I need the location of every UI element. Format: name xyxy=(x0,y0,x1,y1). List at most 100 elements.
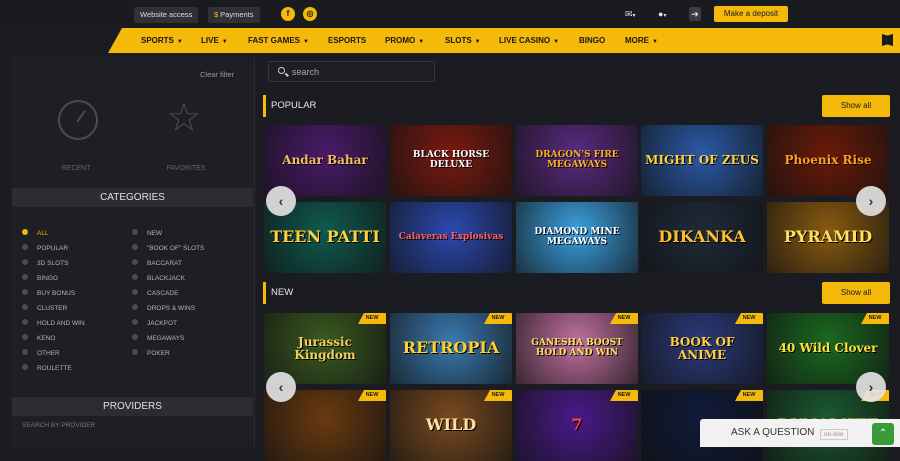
game-tile[interactable]: DIKANKA xyxy=(641,202,763,273)
game-title: DRAGON'S FIRE MEGAWAYS xyxy=(535,150,619,170)
category-book-of-slots[interactable]: "BOOK OF" SLOTS xyxy=(132,244,204,254)
book-icon[interactable] xyxy=(882,34,893,46)
category-baccarat[interactable]: BACCARAT xyxy=(132,259,182,269)
game-tile[interactable]: DIAMOND MINE MEGAWAYS xyxy=(516,202,638,273)
new-badge: NEW xyxy=(610,390,638,401)
category-keno[interactable]: KENO xyxy=(22,334,55,344)
category-megaways[interactable]: MEGAWAYS xyxy=(132,334,184,344)
game-title: PYRAMID xyxy=(783,227,873,247)
chevron-down-icon: ▼ xyxy=(176,39,183,45)
provider-search-input[interactable]: SEARCH BY PROVIDER xyxy=(22,422,95,429)
game-title: DIAMOND MINE MEGAWAYS xyxy=(534,227,620,247)
category-buy-bonus[interactable]: BUY BONUS xyxy=(22,289,75,299)
game-title: MIGHT OF ZEUS xyxy=(645,153,759,168)
new-badge: NEW xyxy=(861,313,889,324)
dollar-icon: $ xyxy=(214,10,219,19)
new-badge: NEW xyxy=(735,313,763,324)
new-badge: NEW xyxy=(484,313,512,324)
section-title-popular: POPULAR xyxy=(263,95,316,117)
new-badge: NEW xyxy=(610,313,638,324)
mail-icon[interactable]: ✉▾ xyxy=(625,7,636,21)
category-cascade[interactable]: CASCADE xyxy=(132,289,178,299)
category-roulette[interactable]: ROULETTE xyxy=(22,364,72,374)
game-tile[interactable]: DRAGON'S FIRE MEGAWAYS xyxy=(516,125,638,196)
categories-title: CATEGORIES xyxy=(12,188,253,207)
category-hold-and-win[interactable]: HOLD AND WIN xyxy=(22,319,85,329)
category-drops-and-wins[interactable]: DROPS & WINS xyxy=(132,304,195,314)
payments-label: Payments xyxy=(220,10,254,19)
new-show-all-button[interactable]: Show all xyxy=(822,282,890,304)
game-title: WILD xyxy=(425,415,477,435)
ask-question-widget[interactable]: ASK A QUESTION on-line ⌃ xyxy=(700,419,900,447)
new-badge: NEW xyxy=(484,390,512,401)
category-bingo[interactable]: BINGO xyxy=(22,274,58,284)
favorites-label: FAVORITES xyxy=(166,165,206,172)
providers-title: PROVIDERS xyxy=(12,397,253,416)
popular-prev-arrow[interactable]: ‹ xyxy=(266,186,296,216)
payments-button[interactable]: $ Payments xyxy=(208,7,260,23)
chevron-down-icon: ▼ xyxy=(474,39,481,45)
new-badge: NEW xyxy=(358,313,386,324)
category-poker[interactable]: POKER xyxy=(132,349,170,359)
game-tile[interactable]: BOOK OF ANIME NEW xyxy=(641,313,763,384)
game-title: RETROPIA xyxy=(402,338,500,358)
game-title: 40 Wild Clover xyxy=(778,341,878,356)
nav-slots[interactable]: SLOTS ▼ xyxy=(445,28,481,53)
new-badge: NEW xyxy=(735,390,763,401)
category-blackjack[interactable]: BLACKJACK xyxy=(132,274,185,284)
game-title: Jurassic Kingdom xyxy=(294,334,356,362)
make-deposit-button[interactable]: Make a deposit xyxy=(714,6,788,22)
category-other[interactable]: OTHER xyxy=(22,349,60,359)
new-prev-arrow[interactable]: ‹ xyxy=(266,372,296,402)
clear-filter-link[interactable]: Clear filter xyxy=(200,70,234,79)
chevron-down-icon: ▼ xyxy=(553,39,560,45)
game-title: Phoenix Rise xyxy=(784,153,872,168)
nav-more[interactable]: MORE ▼ xyxy=(625,28,658,53)
game-title: Andar Bahar xyxy=(282,153,368,168)
nav-bingo[interactable]: BINGO xyxy=(579,28,605,53)
chevron-down-icon: ▼ xyxy=(652,39,658,45)
online-status-badge: on-line xyxy=(820,429,848,440)
game-tile[interactable]: 7 NEW xyxy=(516,390,638,461)
new-badge: NEW xyxy=(358,390,386,401)
search-input[interactable]: search xyxy=(268,61,435,82)
game-tile[interactable]: WILD NEW xyxy=(390,390,512,461)
nav-fast-games[interactable]: FAST GAMES ▼ xyxy=(248,28,309,53)
star-icon[interactable]: ☆ xyxy=(166,98,202,138)
game-tile[interactable]: RETROPIA NEW xyxy=(390,313,512,384)
category-jackpot[interactable]: JACKPOT xyxy=(132,319,177,329)
chevron-down-icon: ▼ xyxy=(418,39,425,45)
category-new[interactable]: NEW xyxy=(132,229,162,239)
popular-show-all-button[interactable]: Show all xyxy=(822,95,890,117)
game-title: GANESHA BOOST HOLD AND WIN xyxy=(531,338,623,358)
website-access-button[interactable]: Website access xyxy=(134,7,199,23)
search-placeholder: search xyxy=(292,67,320,77)
game-title: TEEN PATTI xyxy=(270,227,380,247)
category-3d-slots[interactable]: 3D SLOTS xyxy=(22,259,68,269)
category-all[interactable]: ALL xyxy=(22,229,49,239)
facebook-icon[interactable]: f xyxy=(281,7,295,21)
chevron-down-icon: ▼ xyxy=(221,39,228,45)
main-nav: SPORTS ▼ LIVE ▼ FAST GAMES ▼ ESPORTS PROMO ▼… xyxy=(108,28,900,53)
user-icon[interactable]: ●▾ xyxy=(658,7,666,21)
game-tile[interactable]: MIGHT OF ZEUS xyxy=(641,125,763,196)
nav-live-casino[interactable]: LIVE CASINO ▼ xyxy=(499,28,559,53)
nav-esports[interactable]: ESPORTS xyxy=(328,28,366,53)
game-tile[interactable]: BLACK HORSE DELUXE xyxy=(390,125,512,196)
new-next-arrow[interactable]: › xyxy=(856,372,886,402)
ask-question-label: ASK A QUESTION xyxy=(731,427,815,438)
category-popular[interactable]: POPULAR xyxy=(22,244,68,254)
popular-next-arrow[interactable]: › xyxy=(856,186,886,216)
game-tile[interactable]: GANESHA BOOST HOLD AND WIN NEW xyxy=(516,313,638,384)
game-title: Calaveras Explosivas xyxy=(398,231,504,242)
nav-sports[interactable]: SPORTS ▼ xyxy=(141,28,183,53)
category-cluster[interactable]: CLUSTER xyxy=(22,304,67,314)
logout-icon[interactable]: ➜ xyxy=(689,7,701,21)
instagram-icon[interactable]: ◎ xyxy=(303,7,317,21)
game-tile[interactable]: Calaveras Explosivas xyxy=(390,202,512,273)
nav-promo[interactable]: PROMO ▼ xyxy=(385,28,424,53)
chat-icon[interactable]: ⌃ xyxy=(872,423,894,445)
top-bar: Website access $ Payments f ◎ ✉▾ ●▾ ➜ Mak… xyxy=(0,0,900,28)
nav-live[interactable]: LIVE ▼ xyxy=(201,28,228,53)
chevron-down-icon: ▼ xyxy=(303,39,309,45)
